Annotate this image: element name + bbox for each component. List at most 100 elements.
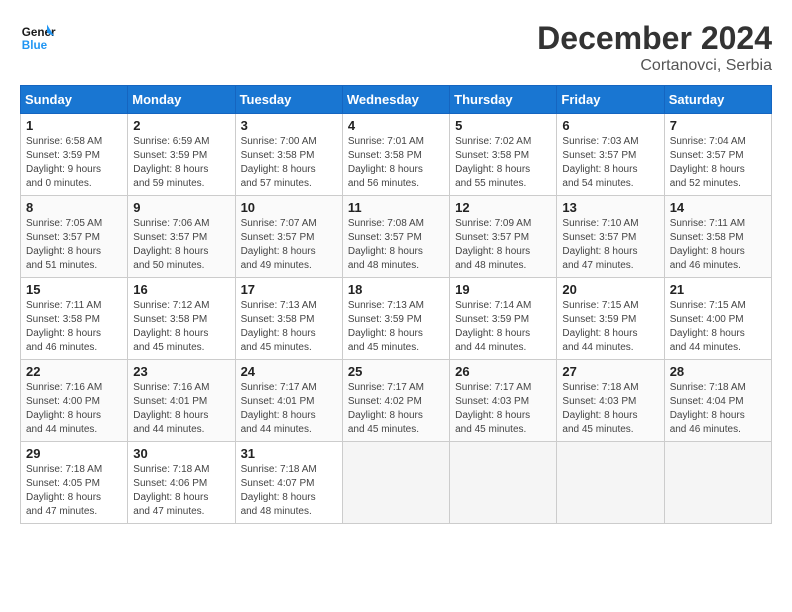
- calendar-week-row: 15 Sunrise: 7:11 AM Sunset: 3:58 PM Dayli…: [21, 278, 772, 360]
- column-header-thursday: Thursday: [450, 86, 557, 114]
- calendar-cell: 6 Sunrise: 7:03 AM Sunset: 3:57 PM Daylig…: [557, 114, 664, 196]
- calendar-cell: 30Sunrise: 7:18 AM Sunset: 4:06 PM Dayli…: [128, 442, 235, 524]
- calendar-cell: 4 Sunrise: 7:01 AM Sunset: 3:58 PM Daylig…: [342, 114, 449, 196]
- calendar-cell: 13 Sunrise: 7:10 AM Sunset: 3:57 PM Dayli…: [557, 196, 664, 278]
- day-info: Sunrise: 7:13 AM Sunset: 3:59 PM Dayligh…: [348, 299, 444, 355]
- day-info: Sunrise: 7:18 AM Sunset: 4:04 PM Dayligh…: [670, 381, 766, 437]
- day-info: Sunrise: 7:16 AM Sunset: 4:00 PM Dayligh…: [26, 381, 122, 437]
- calendar-cell: [450, 442, 557, 524]
- calendar-cell: 21 Sunrise: 7:15 AM Sunset: 4:00 PM Dayli…: [664, 278, 771, 360]
- day-info: Sunrise: 7:17 AM Sunset: 4:02 PM Dayligh…: [348, 381, 444, 437]
- day-info: Sunrise: 7:17 AM Sunset: 4:01 PM Dayligh…: [241, 381, 337, 437]
- calendar-week-row: 8 Sunrise: 7:05 AM Sunset: 3:57 PM Daylig…: [21, 196, 772, 278]
- day-info: Sunrise: 7:13 AM Sunset: 3:58 PM Dayligh…: [241, 299, 337, 355]
- calendar-cell: 26Sunrise: 7:17 AM Sunset: 4:03 PM Dayli…: [450, 360, 557, 442]
- day-info: Sunrise: 7:17 AM Sunset: 4:03 PM Dayligh…: [455, 381, 551, 437]
- day-info: Sunrise: 7:01 AM Sunset: 3:58 PM Dayligh…: [348, 135, 444, 191]
- column-header-wednesday: Wednesday: [342, 86, 449, 114]
- calendar-cell: 22 Sunrise: 7:16 AM Sunset: 4:00 PM Dayli…: [21, 360, 128, 442]
- day-info: Sunrise: 7:18 AM Sunset: 4:05 PM Dayligh…: [26, 463, 122, 519]
- location: Cortanovci, Serbia: [537, 57, 772, 75]
- calendar-week-row: 22 Sunrise: 7:16 AM Sunset: 4:00 PM Dayli…: [21, 360, 772, 442]
- logo: General Blue: [20, 20, 56, 56]
- calendar-cell: 19Sunrise: 7:14 AM Sunset: 3:59 PM Dayli…: [450, 278, 557, 360]
- calendar-cell: [664, 442, 771, 524]
- calendar-cell: 31 Sunrise: 7:18 AM Sunset: 4:07 PM Dayli…: [235, 442, 342, 524]
- day-number: 12: [455, 200, 551, 215]
- calendar-cell: 27Sunrise: 7:18 AM Sunset: 4:03 PM Dayli…: [557, 360, 664, 442]
- day-number: 18: [348, 282, 444, 297]
- calendar-body: 1Sunrise: 6:58 AM Sunset: 3:59 PM Daylig…: [21, 114, 772, 524]
- calendar-cell: 14Sunrise: 7:11 AM Sunset: 3:58 PM Dayli…: [664, 196, 771, 278]
- calendar-cell: 25 Sunrise: 7:17 AM Sunset: 4:02 PM Dayli…: [342, 360, 449, 442]
- day-number: 1: [26, 118, 122, 133]
- day-number: 6: [562, 118, 658, 133]
- day-number: 13: [562, 200, 658, 215]
- day-number: 25: [348, 364, 444, 379]
- day-number: 9: [133, 200, 229, 215]
- day-number: 7: [670, 118, 766, 133]
- day-number: 30: [133, 446, 229, 461]
- calendar-cell: 29 Sunrise: 7:18 AM Sunset: 4:05 PM Dayli…: [21, 442, 128, 524]
- day-info: Sunrise: 7:12 AM Sunset: 3:58 PM Dayligh…: [133, 299, 229, 355]
- calendar-week-row: 29 Sunrise: 7:18 AM Sunset: 4:05 PM Dayli…: [21, 442, 772, 524]
- day-number: 4: [348, 118, 444, 133]
- calendar-cell: 15 Sunrise: 7:11 AM Sunset: 3:58 PM Dayli…: [21, 278, 128, 360]
- column-header-monday: Monday: [128, 86, 235, 114]
- calendar-cell: 28Sunrise: 7:18 AM Sunset: 4:04 PM Dayli…: [664, 360, 771, 442]
- svg-text:Blue: Blue: [22, 39, 48, 52]
- day-number: 16: [133, 282, 229, 297]
- day-info: Sunrise: 7:18 AM Sunset: 4:07 PM Dayligh…: [241, 463, 337, 519]
- day-number: 22: [26, 364, 122, 379]
- day-info: Sunrise: 7:04 AM Sunset: 3:57 PM Dayligh…: [670, 135, 766, 191]
- column-header-tuesday: Tuesday: [235, 86, 342, 114]
- calendar-cell: 20 Sunrise: 7:15 AM Sunset: 3:59 PM Dayli…: [557, 278, 664, 360]
- day-number: 31: [241, 446, 337, 461]
- calendar-cell: 11 Sunrise: 7:08 AM Sunset: 3:57 PM Dayli…: [342, 196, 449, 278]
- day-number: 5: [455, 118, 551, 133]
- day-number: 21: [670, 282, 766, 297]
- day-number: 17: [241, 282, 337, 297]
- day-info: Sunrise: 7:16 AM Sunset: 4:01 PM Dayligh…: [133, 381, 229, 437]
- day-info: Sunrise: 7:09 AM Sunset: 3:57 PM Dayligh…: [455, 217, 551, 273]
- day-info: Sunrise: 7:05 AM Sunset: 3:57 PM Dayligh…: [26, 217, 122, 273]
- month-title: December 2024: [537, 20, 772, 57]
- calendar-cell: 23 Sunrise: 7:16 AM Sunset: 4:01 PM Dayli…: [128, 360, 235, 442]
- day-info: Sunrise: 7:02 AM Sunset: 3:58 PM Dayligh…: [455, 135, 551, 191]
- calendar-cell: 5 Sunrise: 7:02 AM Sunset: 3:58 PM Daylig…: [450, 114, 557, 196]
- day-info: Sunrise: 7:00 AM Sunset: 3:58 PM Dayligh…: [241, 135, 337, 191]
- day-info: Sunrise: 7:03 AM Sunset: 3:57 PM Dayligh…: [562, 135, 658, 191]
- title-area: December 2024 Cortanovci, Serbia: [537, 20, 772, 75]
- day-info: Sunrise: 7:07 AM Sunset: 3:57 PM Dayligh…: [241, 217, 337, 273]
- calendar-cell: 1Sunrise: 6:58 AM Sunset: 3:59 PM Daylig…: [21, 114, 128, 196]
- calendar-cell: 18 Sunrise: 7:13 AM Sunset: 3:59 PM Dayli…: [342, 278, 449, 360]
- day-number: 20: [562, 282, 658, 297]
- calendar-week-row: 1Sunrise: 6:58 AM Sunset: 3:59 PM Daylig…: [21, 114, 772, 196]
- calendar-cell: 16 Sunrise: 7:12 AM Sunset: 3:58 PM Dayli…: [128, 278, 235, 360]
- calendar-cell: 24Sunrise: 7:17 AM Sunset: 4:01 PM Dayli…: [235, 360, 342, 442]
- day-info: Sunrise: 7:11 AM Sunset: 3:58 PM Dayligh…: [26, 299, 122, 355]
- day-number: 11: [348, 200, 444, 215]
- page-header: General Blue December 2024 Cortanovci, S…: [20, 20, 772, 75]
- calendar-cell: 8 Sunrise: 7:05 AM Sunset: 3:57 PM Daylig…: [21, 196, 128, 278]
- day-number: 10: [241, 200, 337, 215]
- calendar-cell: [557, 442, 664, 524]
- calendar-cell: 17 Sunrise: 7:13 AM Sunset: 3:58 PM Dayli…: [235, 278, 342, 360]
- day-info: Sunrise: 7:08 AM Sunset: 3:57 PM Dayligh…: [348, 217, 444, 273]
- column-header-friday: Friday: [557, 86, 664, 114]
- day-number: 2: [133, 118, 229, 133]
- day-info: Sunrise: 6:59 AM Sunset: 3:59 PM Dayligh…: [133, 135, 229, 191]
- calendar-cell: 2 Sunrise: 6:59 AM Sunset: 3:59 PM Daylig…: [128, 114, 235, 196]
- column-header-saturday: Saturday: [664, 86, 771, 114]
- day-info: Sunrise: 7:18 AM Sunset: 4:03 PM Dayligh…: [562, 381, 658, 437]
- day-info: Sunrise: 7:06 AM Sunset: 3:57 PM Dayligh…: [133, 217, 229, 273]
- day-number: 29: [26, 446, 122, 461]
- day-number: 8: [26, 200, 122, 215]
- calendar-cell: 9 Sunrise: 7:06 AM Sunset: 3:57 PM Daylig…: [128, 196, 235, 278]
- day-info: Sunrise: 7:15 AM Sunset: 3:59 PM Dayligh…: [562, 299, 658, 355]
- day-number: 15: [26, 282, 122, 297]
- day-info: Sunrise: 7:11 AM Sunset: 3:58 PM Dayligh…: [670, 217, 766, 273]
- day-info: Sunrise: 7:10 AM Sunset: 3:57 PM Dayligh…: [562, 217, 658, 273]
- day-number: 23: [133, 364, 229, 379]
- day-info: Sunrise: 7:15 AM Sunset: 4:00 PM Dayligh…: [670, 299, 766, 355]
